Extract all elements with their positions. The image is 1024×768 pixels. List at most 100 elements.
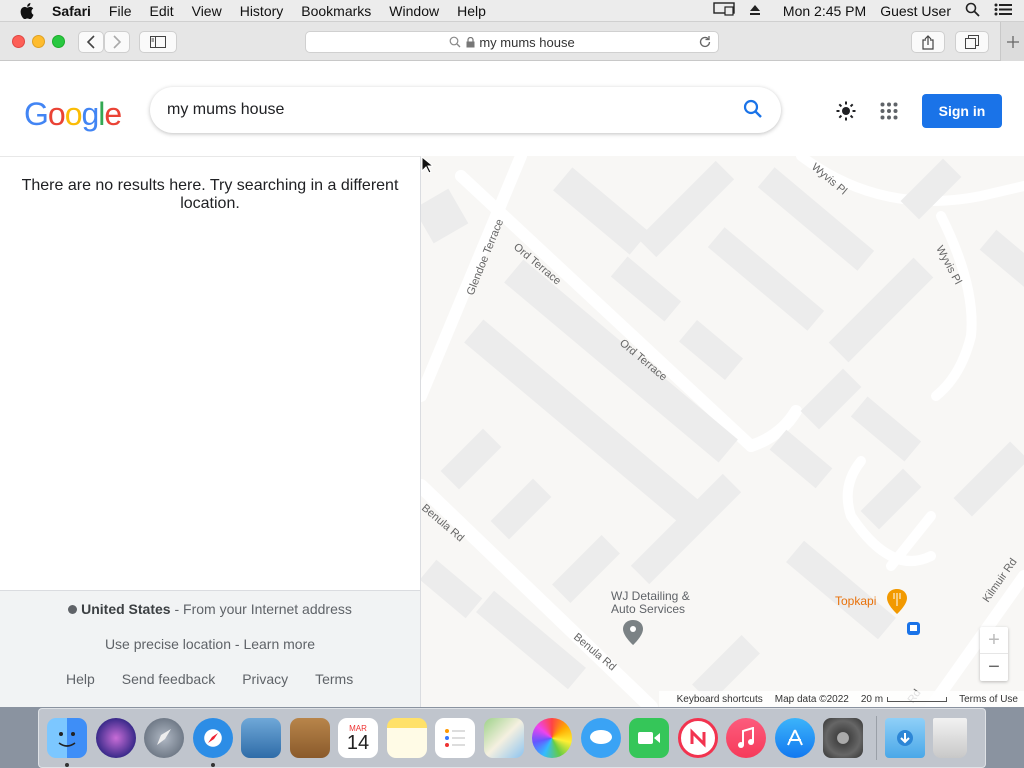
share-button[interactable] bbox=[911, 31, 945, 53]
address-bar[interactable]: my mums house bbox=[305, 31, 719, 53]
menubar-clock[interactable]: Mon 2:45 PM bbox=[783, 3, 866, 19]
contacts-icon[interactable] bbox=[289, 718, 330, 758]
notes-icon[interactable] bbox=[386, 718, 427, 758]
location-info: United States - From your Internet addre… bbox=[0, 601, 420, 617]
eject-icon[interactable] bbox=[749, 3, 761, 19]
menu-bar: Safari File Edit View History Bookmarks … bbox=[0, 0, 1024, 22]
safari-icon[interactable] bbox=[192, 718, 233, 767]
location-dot-icon bbox=[68, 605, 78, 614]
chevron-right-icon bbox=[113, 35, 122, 49]
chevron-left-icon bbox=[86, 35, 95, 49]
precise-location-link[interactable]: Use precise location - Learn more bbox=[0, 636, 420, 652]
news-icon[interactable] bbox=[677, 718, 718, 758]
map-data-text: Map data ©2022 bbox=[774, 693, 849, 705]
zoom-out-button[interactable]: − bbox=[980, 654, 1008, 681]
google-header: Google Sign in bbox=[0, 61, 1024, 156]
terms-of-use-link[interactable]: Terms of Use bbox=[959, 694, 1018, 705]
safari-toolbar: my mums house bbox=[0, 22, 1024, 61]
menu-view[interactable]: View bbox=[192, 3, 222, 19]
map-drawing: Wyvis Pl Wyvis Pl Glendoe Terrace Ord Te… bbox=[421, 156, 1024, 707]
app-store-icon[interactable] bbox=[774, 718, 815, 758]
logo-letter: G bbox=[24, 96, 49, 132]
footer-links: Help Send feedback Privacy Terms bbox=[66, 671, 380, 687]
tab-overview-button[interactable] bbox=[955, 31, 989, 53]
results-panel: There are no results here. Try searching… bbox=[0, 156, 421, 707]
mouse-cursor-icon bbox=[421, 156, 433, 174]
close-window-button[interactable] bbox=[12, 35, 25, 48]
scale-label[interactable]: 20 m bbox=[861, 694, 883, 705]
share-icon bbox=[922, 34, 934, 50]
apps-grid-icon[interactable] bbox=[880, 102, 898, 120]
search-input[interactable] bbox=[167, 101, 707, 119]
back-button[interactable] bbox=[78, 31, 104, 53]
messages-icon[interactable] bbox=[580, 718, 621, 758]
facetime-icon[interactable] bbox=[629, 718, 669, 758]
menu-help[interactable]: Help bbox=[457, 3, 486, 19]
sidebar-toggle-button[interactable] bbox=[139, 31, 177, 53]
keyboard-shortcuts-link[interactable]: Keyboard shortcuts bbox=[677, 694, 763, 705]
search-icon bbox=[449, 36, 461, 48]
menu-bookmarks[interactable]: Bookmarks bbox=[301, 3, 371, 19]
spotlight-search-icon[interactable] bbox=[965, 2, 980, 20]
notification-center-icon[interactable] bbox=[994, 3, 1012, 19]
poi-label-line1: WJ Detailing & bbox=[611, 589, 690, 603]
menu-file[interactable]: File bbox=[109, 3, 132, 19]
results-footer: United States - From your Internet addre… bbox=[0, 590, 420, 707]
lock-icon bbox=[466, 36, 475, 47]
menu-safari[interactable]: Safari bbox=[52, 3, 91, 19]
help-link[interactable]: Help bbox=[66, 671, 95, 687]
map-canvas[interactable]: Wyvis Pl Wyvis Pl Glendoe Terrace Ord Te… bbox=[421, 156, 1024, 707]
siri-icon[interactable] bbox=[95, 718, 136, 758]
sign-in-button[interactable]: Sign in bbox=[922, 94, 1002, 128]
new-tab-button[interactable] bbox=[1000, 22, 1024, 61]
calendar-icon[interactable]: MAR 14 bbox=[338, 718, 378, 758]
logo-letter: o bbox=[64, 96, 83, 132]
privacy-link[interactable]: Privacy bbox=[242, 671, 288, 687]
finder-icon[interactable] bbox=[47, 718, 87, 767]
poi-label-line2: Auto Services bbox=[611, 602, 685, 616]
menu-window[interactable]: Window bbox=[389, 3, 439, 19]
google-logo[interactable]: Google bbox=[24, 96, 122, 133]
system-preferences-icon[interactable] bbox=[823, 718, 863, 758]
reminders-icon[interactable] bbox=[435, 718, 475, 758]
zoom-in-button[interactable]: + bbox=[980, 627, 1008, 654]
logo-letter: o bbox=[47, 96, 66, 132]
send-feedback-link[interactable]: Send feedback bbox=[122, 671, 215, 687]
forward-button[interactable] bbox=[104, 31, 130, 53]
dock: MAR 14 bbox=[38, 708, 986, 768]
address-text: my mums house bbox=[479, 34, 575, 50]
dock-separator bbox=[875, 716, 877, 760]
minimize-window-button[interactable] bbox=[32, 35, 45, 48]
menu-edit[interactable]: Edit bbox=[149, 3, 173, 19]
launchpad-icon[interactable] bbox=[144, 718, 184, 758]
scale-bar-icon bbox=[887, 696, 948, 702]
no-results-message: There are no results here. Try searching… bbox=[21, 177, 399, 212]
display-mirroring-icon[interactable] bbox=[713, 2, 735, 19]
poi-label: Topkapi bbox=[835, 594, 876, 608]
safari-window: my mums house Google Sign in bbox=[0, 22, 1024, 707]
poi-wj-detailing[interactable]: WJ Detailing & Auto Services bbox=[611, 589, 693, 645]
running-indicator bbox=[210, 763, 215, 767]
preview-icon[interactable] bbox=[241, 718, 281, 758]
buildings bbox=[421, 158, 1024, 703]
theme-toggle-sun-icon[interactable] bbox=[836, 101, 856, 121]
music-icon[interactable] bbox=[726, 718, 766, 758]
terms-link[interactable]: Terms bbox=[315, 671, 353, 687]
reload-icon[interactable] bbox=[698, 35, 712, 49]
downloads-folder-icon[interactable] bbox=[884, 718, 925, 758]
maps-icon[interactable] bbox=[483, 718, 524, 758]
country-source: - From your Internet address bbox=[170, 601, 352, 617]
bus-stop-icon[interactable] bbox=[907, 622, 920, 635]
photos-icon[interactable] bbox=[532, 718, 572, 758]
trash-icon[interactable] bbox=[933, 718, 967, 758]
logo-letter: g bbox=[81, 96, 99, 132]
menu-history[interactable]: History bbox=[240, 3, 284, 19]
running-indicator bbox=[65, 763, 69, 767]
zoom-controls: + − bbox=[980, 627, 1008, 681]
menubar-user[interactable]: Guest User bbox=[880, 3, 951, 19]
zoom-window-button[interactable] bbox=[52, 35, 65, 48]
plus-icon bbox=[1006, 35, 1019, 48]
search-icon[interactable] bbox=[743, 99, 763, 119]
apple-menu-icon[interactable] bbox=[20, 2, 36, 19]
country-name: United States bbox=[81, 601, 171, 617]
